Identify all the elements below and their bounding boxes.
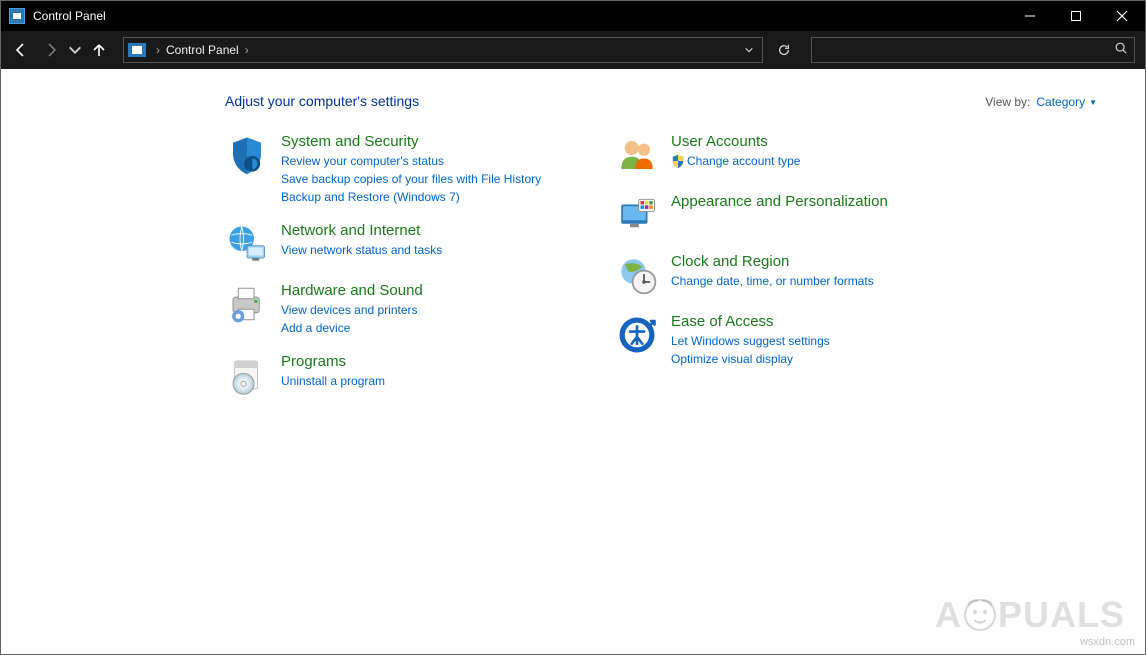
search-input[interactable] (818, 43, 1114, 57)
chevron-right-icon[interactable]: › (154, 43, 162, 57)
link-add-device[interactable]: Add a device (281, 319, 555, 337)
page-heading: Adjust your computer's settings (225, 93, 419, 109)
view-by-control: View by: Category ▼ (985, 95, 1097, 109)
dropdown-triangle-icon: ▼ (1089, 98, 1097, 107)
breadcrumb-control-panel[interactable]: Control Panel (162, 43, 243, 57)
category-ease-of-access: Ease of Access Let Windows suggest setti… (615, 313, 945, 368)
link-ease-of-access[interactable]: Ease of Access (671, 313, 945, 330)
link-optimize-display[interactable]: Optimize visual display (671, 350, 945, 368)
uac-shield-icon (671, 154, 685, 168)
back-button[interactable] (7, 36, 35, 64)
category-hardware: Hardware and Sound View devices and prin… (225, 282, 555, 337)
link-date-time-formats[interactable]: Change date, time, or number formats (671, 272, 945, 290)
shield-icon (225, 133, 269, 177)
minimize-button[interactable] (1007, 1, 1053, 31)
view-by-dropdown[interactable]: Category ▼ (1036, 95, 1097, 109)
category-system-security: System and Security Review your computer… (225, 133, 555, 206)
link-user-accounts[interactable]: User Accounts (671, 133, 945, 150)
categories-right-column: User Accounts Change account type Appear (615, 133, 945, 413)
appuals-watermark-logo: A PUALS (935, 594, 1125, 636)
address-bar-icon (128, 43, 146, 57)
link-network-status[interactable]: View network status and tasks (281, 241, 555, 259)
link-change-account-type[interactable]: Change account type (671, 152, 945, 170)
forward-button[interactable] (37, 36, 65, 64)
address-dropdown-icon[interactable] (740, 45, 758, 55)
address-bar[interactable]: › Control Panel › (123, 37, 763, 63)
link-uninstall[interactable]: Uninstall a program (281, 372, 555, 390)
globe-network-icon (225, 222, 269, 266)
link-change-account-type-text: Change account type (687, 154, 800, 168)
link-review-status[interactable]: Review your computer's status (281, 152, 555, 170)
category-clock-region: Clock and Region Change date, time, or n… (615, 253, 945, 297)
category-user-accounts: User Accounts Change account type (615, 133, 945, 177)
refresh-button[interactable] (769, 37, 799, 63)
up-button[interactable] (85, 36, 113, 64)
view-by-label: View by: (985, 95, 1030, 109)
search-icon[interactable] (1114, 41, 1128, 60)
link-appearance[interactable]: Appearance and Personalization (671, 193, 945, 210)
content-area: Adjust your computer's settings View by:… (1, 69, 1145, 654)
logo-text-a: A (935, 594, 962, 636)
link-suggest-settings[interactable]: Let Windows suggest settings (671, 332, 945, 350)
link-file-history[interactable]: Save backup copies of your files with Fi… (281, 170, 555, 188)
recent-dropdown-icon[interactable] (67, 36, 83, 64)
search-box[interactable] (811, 37, 1135, 63)
chevron-right-icon[interactable]: › (243, 43, 251, 57)
control-panel-window: Control Panel › Control Panel › (0, 0, 1146, 655)
printer-icon (225, 282, 269, 326)
category-appearance: Appearance and Personalization (615, 193, 945, 237)
control-panel-app-icon (9, 8, 25, 24)
view-by-value: Category (1036, 95, 1085, 109)
ease-of-access-icon (615, 313, 659, 357)
window-title: Control Panel (33, 9, 106, 23)
link-backup-restore[interactable]: Backup and Restore (Windows 7) (281, 188, 555, 206)
appearance-icon (615, 193, 659, 237)
programs-disc-icon (225, 353, 269, 397)
category-network: Network and Internet View network status… (225, 222, 555, 266)
navigation-bar: › Control Panel › (1, 31, 1145, 69)
link-system-security[interactable]: System and Security (281, 133, 555, 150)
logo-text-b: PUALS (998, 594, 1125, 636)
maximize-button[interactable] (1053, 1, 1099, 31)
category-programs: Programs Uninstall a program (225, 353, 555, 397)
link-devices-printers[interactable]: View devices and printers (281, 301, 555, 319)
close-button[interactable] (1099, 1, 1145, 31)
link-network-internet[interactable]: Network and Internet (281, 222, 555, 239)
link-clock-region[interactable]: Clock and Region (671, 253, 945, 270)
clock-globe-icon (615, 253, 659, 297)
link-hardware-sound[interactable]: Hardware and Sound (281, 282, 555, 299)
watermark-text: wsxdn.com (1080, 636, 1135, 648)
user-accounts-icon (615, 133, 659, 177)
logo-face-icon (962, 597, 998, 633)
categories-left-column: System and Security Review your computer… (225, 133, 555, 413)
link-programs[interactable]: Programs (281, 353, 555, 370)
titlebar: Control Panel (1, 1, 1145, 31)
